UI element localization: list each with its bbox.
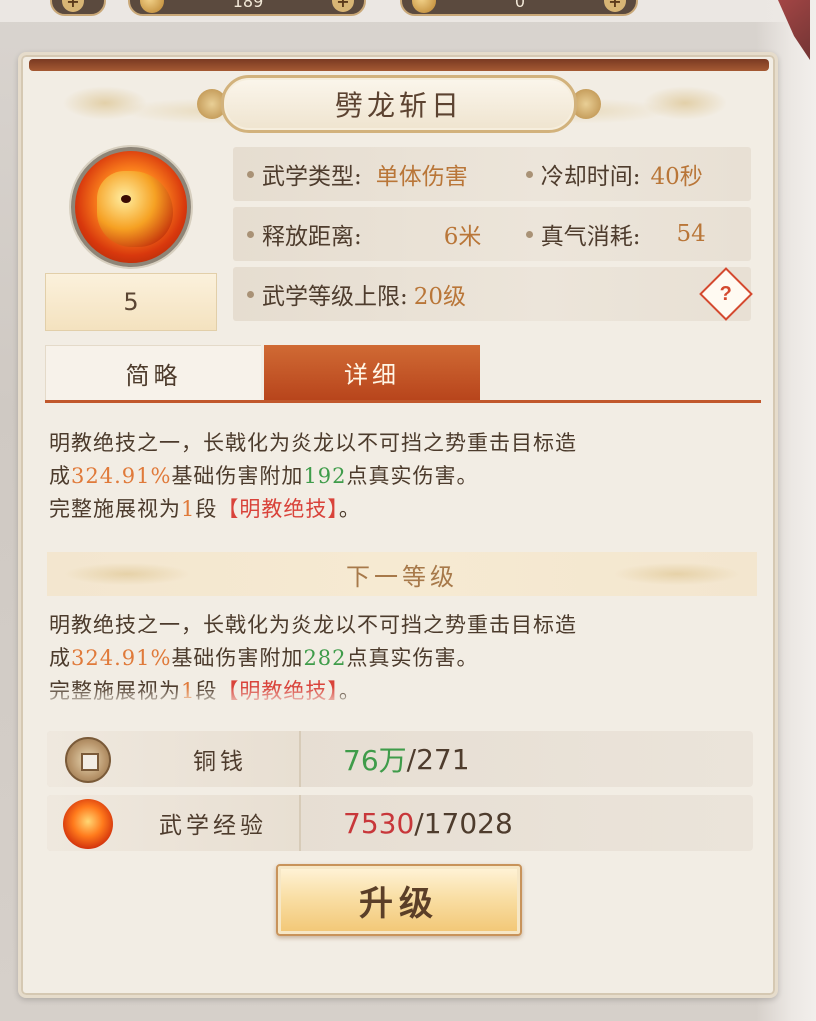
- text-fragment: 。: [338, 679, 361, 703]
- tab-detail[interactable]: 详细: [264, 345, 480, 400]
- segment-count: 1: [181, 679, 196, 703]
- true-damage-value: 192: [303, 464, 347, 488]
- text-fragment: 段: [195, 679, 218, 703]
- text-fragment: 成: [49, 464, 71, 488]
- damage-percent: 324.91%: [71, 646, 172, 670]
- dragon-eye: [121, 195, 131, 203]
- segment-count: 1: [181, 497, 196, 521]
- text-fragment: 完整施展视为: [49, 497, 181, 521]
- stat-row-type: 武学类型: 单体伤害 冷却时间: 40秒: [233, 147, 751, 201]
- type-value: 单体伤害: [375, 164, 468, 190]
- desc-line: 完整施展视为1段【明教绝技】。: [49, 675, 759, 705]
- bullet-dot: [525, 170, 533, 178]
- panel-top-band: [29, 59, 769, 71]
- cooldown-value: 40秒: [650, 164, 703, 190]
- copper-value: 76万/271: [343, 731, 470, 787]
- next-level-description: 明教绝技之一，长戟化为炎龙以不可挡之势重击目标造 成324.91%基础伤害附加2…: [49, 609, 759, 705]
- skill-tag-link[interactable]: 【明教绝技】: [217, 497, 339, 521]
- upgrade-button[interactable]: 升级: [276, 864, 522, 936]
- martial-exp-icon: [63, 799, 113, 849]
- currency-value-1: 189: [232, 0, 264, 11]
- currency-slot-1: 189 +: [128, 0, 366, 16]
- add-currency-1-button[interactable]: +: [331, 0, 354, 12]
- text-fragment: 基础伤害附加: [171, 464, 304, 488]
- add-icon[interactable]: +: [62, 0, 84, 12]
- exp-have: 7530: [343, 806, 415, 840]
- text-fragment: 。: [338, 497, 361, 521]
- currency-slot-2: 0 +: [400, 0, 638, 16]
- desc-line: 成324.91%基础伤害附加282点真实伤害。: [49, 642, 759, 675]
- skill-tag-link[interactable]: 【明教绝技】: [217, 679, 339, 703]
- copper-cost-row: 铜钱 76万/271: [47, 731, 753, 787]
- qi-label: 真气消耗:: [540, 224, 641, 250]
- copper-need: /271: [406, 742, 470, 776]
- bullet-dot: [525, 230, 533, 238]
- stat-row-range: 释放距离: 6米 真气消耗: 54: [233, 207, 751, 261]
- level-cap-value: 20级: [413, 284, 467, 310]
- copper-have: 76万: [343, 744, 407, 777]
- skill-title: 劈龙斩日: [221, 75, 577, 133]
- bullet-dot: [247, 230, 254, 238]
- exp-value: 7530/17028: [343, 795, 513, 851]
- text-fragment: 基础伤害附加: [171, 646, 304, 670]
- desc-line: 明教绝技之一，长戟化为炎龙以不可挡之势重击目标造: [49, 431, 577, 455]
- currency-slot-left: +: [50, 0, 106, 16]
- text-fragment: 完整施展视为: [49, 679, 181, 703]
- exp-need: /17028: [414, 806, 513, 840]
- coin-icon: [140, 0, 164, 13]
- copper-label-box: 铜钱: [47, 731, 301, 787]
- damage-percent: 324.91%: [71, 464, 172, 488]
- text-fragment: 成: [49, 646, 71, 670]
- level-cap-label: 武学等级上限:: [262, 284, 408, 310]
- desc-line: 成324.91%基础伤害附加192点真实伤害。: [49, 460, 759, 493]
- bullet-dot: [247, 170, 254, 178]
- text-fragment: 点真实伤害。: [346, 464, 479, 488]
- currency-value-2: 0: [514, 0, 526, 11]
- skill-level: 5: [45, 273, 217, 331]
- desc-line: 完整施展视为1段【明教绝技】。: [49, 493, 759, 526]
- desc-line: 明教绝技之一，长戟化为炎龙以不可挡之势重击目标造: [49, 613, 577, 637]
- true-damage-value: 282: [303, 646, 347, 670]
- copper-label: 铜钱: [193, 749, 247, 775]
- help-icon[interactable]: ?: [699, 267, 753, 321]
- top-currency-bar: + 189 + 0 +: [0, 0, 816, 22]
- dragon-flame-icon: [71, 147, 191, 267]
- qi-value: 54: [676, 221, 706, 247]
- coin-icon: [412, 0, 436, 13]
- tab-bar: 简略 详细: [45, 345, 761, 403]
- exp-cost-row: 武学经验 7530/17028: [47, 795, 753, 851]
- exp-label-box: 武学经验: [47, 795, 301, 851]
- tab-brief[interactable]: 简略: [45, 345, 261, 400]
- text-fragment: 段: [195, 497, 218, 521]
- add-currency-2-button[interactable]: +: [604, 0, 626, 12]
- help-symbol: ?: [719, 282, 733, 305]
- range-value: 6米: [443, 224, 482, 250]
- next-level-header: 下一等级: [47, 552, 757, 596]
- copper-coin-icon: [65, 737, 111, 783]
- dragon-head-shape: [97, 171, 173, 247]
- current-description: 明教绝技之一，长戟化为炎龙以不可挡之势重击目标造 成324.91%基础伤害附加1…: [49, 427, 759, 526]
- text-fragment: 点真实伤害。: [346, 646, 479, 670]
- exp-label: 武学经验: [159, 813, 267, 839]
- skill-detail-panel: 劈龙斩日 5 武学类型: 单体伤害 冷却时间: 40秒 释放距离: 6米 真气消…: [18, 52, 778, 998]
- range-label: 释放距离:: [262, 224, 362, 250]
- stat-row-level-cap: 武学等级上限: 20级 ?: [233, 267, 753, 321]
- type-label: 武学类型:: [262, 164, 362, 190]
- bullet-dot: [247, 290, 254, 298]
- cooldown-label: 冷却时间:: [540, 164, 641, 190]
